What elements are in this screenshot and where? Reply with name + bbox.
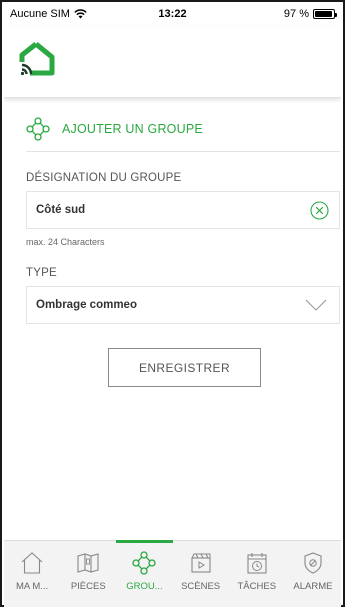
add-group-button[interactable]: AJOUTER UN GROUPE bbox=[26, 117, 203, 141]
tab-home[interactable]: MA M... bbox=[4, 541, 60, 607]
tab-alarm-label: ALARME bbox=[293, 581, 333, 592]
group-name-value: Côté sud bbox=[36, 204, 86, 216]
add-group-label: AJOUTER UN GROUPE bbox=[62, 122, 203, 136]
group-name-field[interactable]: Côté sud bbox=[26, 191, 340, 229]
home-icon bbox=[21, 552, 43, 574]
divider bbox=[26, 151, 340, 152]
tab-tasks[interactable]: TÂCHES bbox=[229, 541, 285, 607]
scenes-icon bbox=[191, 553, 211, 573]
battery-icon bbox=[313, 9, 337, 19]
tab-bar: MA M... PIÈCES GROU... SCÈNES TÂCHES ALA… bbox=[4, 540, 341, 607]
groups-icon bbox=[132, 551, 157, 575]
tab-rooms-label: PIÈCES bbox=[70, 581, 106, 592]
tasks-icon bbox=[247, 553, 267, 574]
clear-icon[interactable] bbox=[310, 201, 329, 220]
app-screen: Aucune SIM 13:22 97 % AJOUTER UN GROUPE … bbox=[4, 4, 341, 607]
save-button[interactable]: ENREGISTRER bbox=[108, 348, 261, 387]
type-label: TYPE bbox=[26, 267, 57, 279]
rooms-icon bbox=[77, 553, 99, 573]
tab-scenes-label: SCÈNES bbox=[181, 581, 221, 592]
tab-rooms[interactable]: PIÈCES bbox=[60, 541, 116, 607]
alarm-icon bbox=[304, 552, 322, 574]
tab-alarm[interactable]: ALARME bbox=[285, 541, 341, 607]
tab-groups-label: GROU... bbox=[126, 581, 163, 592]
tab-scenes[interactable]: SCÈNES bbox=[173, 541, 229, 607]
type-value: Ombrage commeo bbox=[36, 299, 137, 311]
status-right: 97 % bbox=[283, 8, 337, 20]
type-select[interactable]: Ombrage commeo bbox=[26, 286, 340, 324]
battery-percent: 97 % bbox=[283, 8, 309, 20]
app-header bbox=[4, 26, 341, 98]
char-limit-hint: max. 24 Characters bbox=[26, 237, 105, 247]
tab-home-label: MA M... bbox=[15, 581, 49, 592]
groups-icon bbox=[26, 117, 50, 141]
tab-tasks-label: TÂCHES bbox=[237, 581, 277, 592]
group-name-label: DÉSIGNATION DU GROUPE bbox=[26, 172, 182, 184]
tab-groups[interactable]: GROU... bbox=[116, 540, 173, 607]
chevron-down-icon bbox=[305, 299, 327, 311]
app-logo-icon bbox=[19, 42, 55, 76]
status-bar: Aucune SIM 13:22 97 % bbox=[4, 4, 341, 26]
